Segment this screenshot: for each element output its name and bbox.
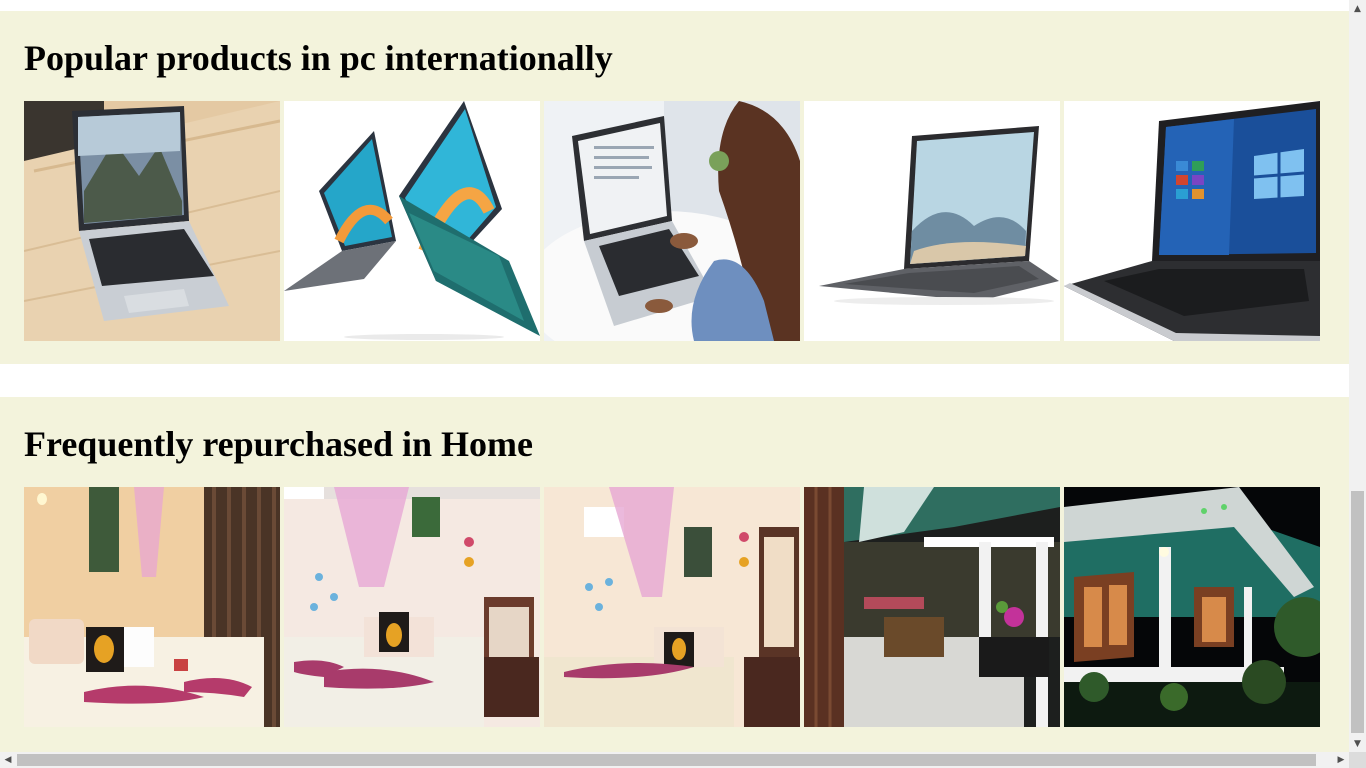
product-card-house-night[interactable] (1064, 487, 1320, 727)
bedroom-butterflies-image (544, 487, 800, 727)
scroll-right-arrow-icon[interactable]: ▶ (1333, 752, 1349, 768)
woman-using-laptop-image (544, 101, 800, 341)
bedroom-curtains-image (24, 487, 280, 727)
surface-laptop-image (804, 101, 1060, 341)
product-row (24, 101, 1324, 341)
scroll-up-arrow-icon[interactable]: ▲ (1349, 0, 1366, 17)
product-card-two-laptops[interactable] (284, 101, 540, 341)
page-viewport: Popular products in pc internationally F… (0, 0, 1349, 752)
hp-laptop-windows-image (1064, 101, 1320, 341)
section-title: Frequently repurchased in Home (24, 424, 534, 464)
product-card-bedroom-net[interactable] (284, 487, 540, 727)
scrollbar-corner (1349, 752, 1366, 768)
scroll-left-arrow-icon[interactable]: ◀ (0, 752, 16, 768)
vertical-scrollbar[interactable]: ▲ ▼ (1349, 0, 1366, 752)
product-card-laptop-on-desk[interactable] (24, 101, 280, 341)
two-laptops-image (284, 101, 540, 341)
product-row (24, 487, 1324, 727)
house-exterior-night-image (1064, 487, 1320, 727)
product-card-bedroom-curtains[interactable] (24, 487, 280, 727)
vertical-scroll-thumb[interactable] (1351, 491, 1364, 733)
scroll-down-arrow-icon[interactable]: ▼ (1349, 735, 1366, 752)
product-card-hp-laptop[interactable] (1064, 101, 1320, 341)
horizontal-scroll-thumb[interactable] (17, 754, 1316, 766)
veranda-dining-image (804, 487, 1060, 727)
laptop-on-wood-desk-image (24, 101, 280, 341)
horizontal-scrollbar[interactable]: ◀ ▶ (0, 752, 1349, 768)
bedroom-mosquito-net-image (284, 487, 540, 727)
product-card-veranda[interactable] (804, 487, 1060, 727)
section-frequently-home: Frequently repurchased in Home (0, 397, 1349, 752)
product-card-surface-laptop[interactable] (804, 101, 1060, 341)
section-title: Popular products in pc internationally (24, 38, 613, 78)
product-card-woman-laptop[interactable] (544, 101, 800, 341)
product-card-bedroom-butterflies[interactable] (544, 487, 800, 727)
section-popular-pc: Popular products in pc internationally (0, 11, 1349, 364)
